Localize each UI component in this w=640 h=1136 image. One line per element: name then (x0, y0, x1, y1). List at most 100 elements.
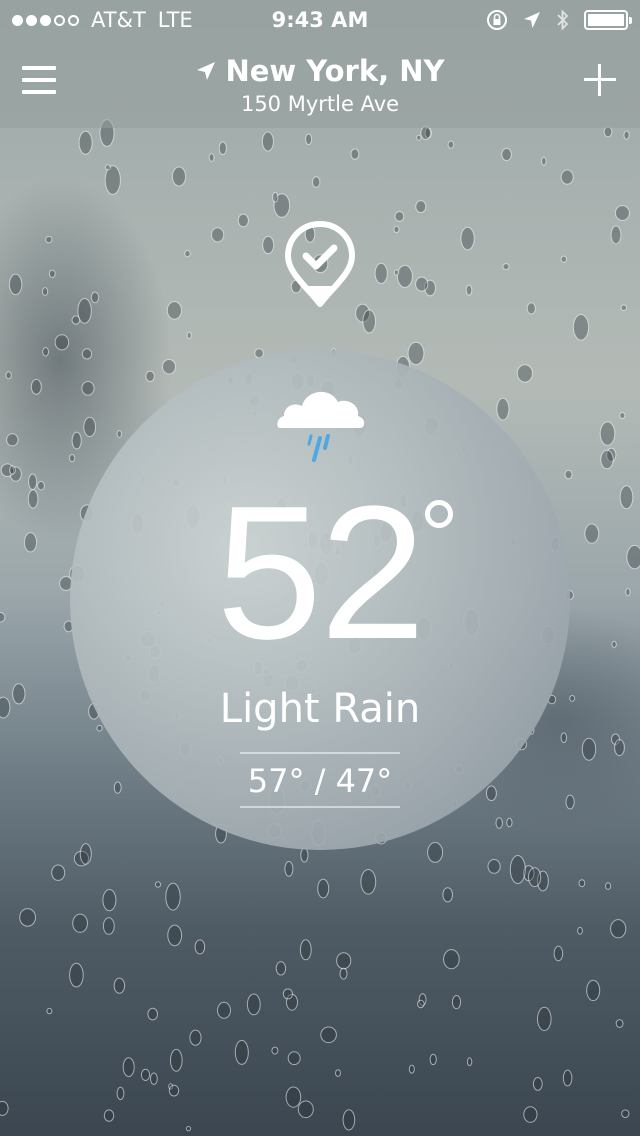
raindrop (9, 465, 16, 475)
raindrop (418, 993, 427, 1006)
raindrop (427, 842, 444, 863)
raindrop (495, 817, 503, 829)
raindrop (578, 879, 586, 888)
raindrop (73, 850, 90, 867)
raindrop (90, 291, 100, 304)
raindrop (393, 269, 400, 276)
raindrop (496, 397, 510, 421)
raindrop (317, 878, 330, 899)
raindrop (523, 865, 535, 882)
raindrop (610, 919, 627, 939)
raindrop (150, 1072, 158, 1085)
raindrop (147, 1007, 158, 1021)
raindrop (374, 262, 388, 284)
raindrop (140, 1068, 151, 1082)
raindrop (71, 315, 81, 325)
raindrop (19, 908, 37, 927)
raindrop (451, 995, 462, 1010)
navigation-arrow-icon (197, 62, 216, 80)
raindrop (537, 1006, 552, 1032)
raindrop (194, 939, 206, 955)
raindrop (516, 364, 534, 383)
raindrop (167, 924, 183, 947)
raindrop (51, 864, 66, 881)
raindrop (171, 166, 187, 187)
raindrop (299, 939, 312, 961)
raindrop (619, 412, 626, 419)
raindrop (501, 147, 512, 162)
raindrop (562, 1069, 573, 1087)
raindrop (350, 148, 360, 160)
raindrop (623, 130, 630, 140)
raindrop (526, 302, 536, 315)
raindrop (621, 1109, 630, 1118)
raindrop (5, 371, 12, 380)
raindrop (541, 156, 547, 166)
raindrop (271, 1046, 279, 1055)
raindrop (360, 869, 377, 895)
raindrop (102, 889, 117, 912)
raindrop (620, 304, 627, 312)
raindrop (102, 917, 115, 935)
raindrop (275, 961, 287, 976)
high-low-temperature: 57° / 47° (247, 762, 393, 800)
raindrop (394, 211, 405, 222)
raindrop (509, 855, 526, 884)
raindrop (614, 739, 625, 757)
raindrop (528, 867, 542, 888)
raindrop (355, 303, 371, 323)
raindrop (300, 847, 309, 863)
raindrop (312, 176, 321, 188)
raindrop (218, 141, 227, 156)
raindrop (30, 378, 42, 395)
raindrop (297, 1100, 314, 1119)
raindrop (465, 284, 473, 296)
raindrop (339, 967, 348, 980)
raindrop (72, 913, 88, 933)
raindrop (417, 999, 425, 1009)
raindrop (606, 447, 617, 463)
raindrop (78, 130, 93, 155)
battery-fill (588, 14, 624, 26)
raindrop (282, 988, 293, 1000)
raindrop (113, 977, 126, 994)
location-check-pin-icon[interactable] (284, 220, 356, 308)
raindrop (408, 1064, 415, 1074)
raindrop (572, 314, 590, 341)
status-bar: AT&T LTE 9:43 AM (0, 0, 640, 40)
raindrop (105, 164, 111, 171)
raindrop (237, 213, 249, 228)
raindrop (116, 1086, 125, 1101)
raindrop (234, 1039, 249, 1065)
raindrop (605, 882, 612, 890)
raindrop (170, 1048, 183, 1072)
raindrop (262, 235, 275, 255)
raindrop (165, 882, 181, 911)
raindrop (415, 276, 429, 292)
current-temperature: 52 (0, 478, 640, 668)
raindrop (603, 126, 613, 138)
raindrop (46, 1007, 53, 1015)
add-location-button[interactable] (584, 64, 616, 96)
raindrop (615, 1019, 624, 1028)
raindrop (362, 309, 377, 334)
raindrop (336, 952, 352, 970)
raindrop (614, 205, 630, 221)
raindrop (77, 298, 92, 324)
location-city: New York, NY (225, 54, 445, 88)
raindrop (69, 962, 84, 988)
raindrop (600, 449, 614, 470)
raindrop (186, 331, 192, 340)
raindrop (537, 870, 549, 892)
raindrop (104, 165, 121, 195)
raindrop (407, 341, 425, 366)
raindrop (506, 817, 513, 828)
raindrop (443, 949, 460, 970)
raindrop (287, 1051, 301, 1066)
raindrop (42, 287, 49, 296)
status-icons (486, 9, 632, 31)
raindrop (565, 794, 575, 810)
raindrop (217, 1001, 231, 1019)
location-city-row[interactable]: New York, NY (195, 54, 445, 88)
raindrop (246, 993, 261, 1016)
